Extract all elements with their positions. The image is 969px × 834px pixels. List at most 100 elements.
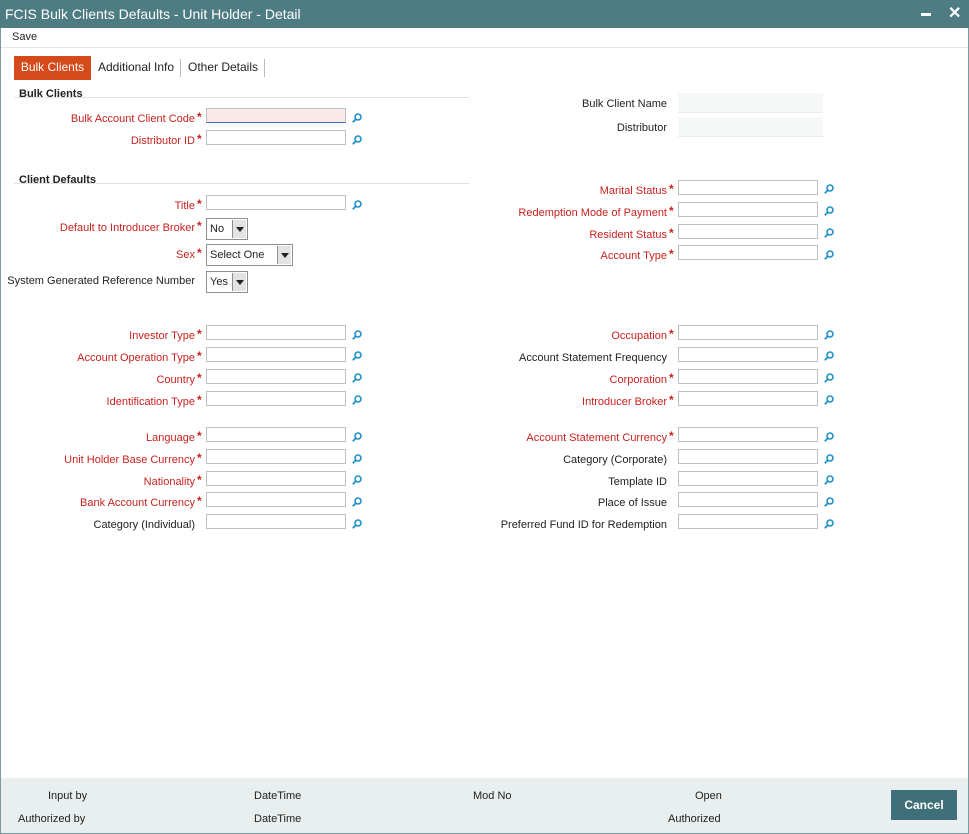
account-operation-type-label: Account Operation Type [77, 352, 195, 364]
introducer-broker-input[interactable] [678, 391, 818, 406]
search-icon[interactable] [824, 250, 834, 260]
category-individual-input[interactable] [206, 514, 346, 529]
save-menu-item[interactable]: Save [12, 31, 37, 43]
record-status-label: Open [695, 790, 722, 802]
category-individual-label: Category (Individual) [93, 519, 196, 531]
authorization-status-label: Authorized [668, 813, 721, 825]
bulk-client-name-label: Bulk Client Name [582, 98, 667, 110]
required-marker: * [197, 246, 202, 260]
distributor-label: Distributor [616, 122, 667, 134]
mod-no-label: Mod No [473, 790, 512, 802]
required-marker: * [669, 371, 674, 385]
window-frame [0, 28, 969, 834]
search-icon[interactable] [824, 351, 834, 361]
required-marker: * [197, 110, 202, 124]
account-statement-frequency-input[interactable] [678, 347, 818, 362]
search-icon[interactable] [352, 519, 362, 529]
account-statement-currency-label: Account Statement Currency [526, 432, 667, 444]
search-icon[interactable] [824, 432, 834, 442]
template-id-input[interactable] [678, 471, 818, 486]
occupation-label: Occupation [611, 330, 667, 342]
tab-additional-info[interactable]: Additional Info [93, 56, 179, 80]
tab-bulk-clients[interactable]: Bulk Clients [14, 56, 91, 80]
required-marker: * [197, 132, 202, 146]
country-label: Country [156, 374, 195, 386]
account-operation-type-input[interactable] [206, 347, 346, 362]
section-divider [14, 183, 469, 184]
distributor-id-input[interactable] [206, 130, 346, 145]
search-icon[interactable] [352, 330, 362, 340]
nationality-input[interactable] [206, 471, 346, 486]
search-icon[interactable] [352, 200, 362, 210]
close-icon[interactable]: ✕ [948, 3, 961, 23]
search-icon[interactable] [824, 475, 834, 485]
search-icon[interactable] [824, 206, 834, 216]
account-type-input[interactable] [678, 245, 818, 260]
search-icon[interactable] [824, 519, 834, 529]
required-marker: * [669, 247, 674, 261]
required-marker: * [669, 429, 674, 443]
preferred-fund-id-input[interactable] [678, 514, 818, 529]
required-marker: * [197, 371, 202, 385]
account-statement-currency-input[interactable] [678, 427, 818, 442]
search-icon[interactable] [352, 395, 362, 405]
category-corporate-input[interactable] [678, 449, 818, 464]
required-marker: * [669, 204, 674, 218]
search-icon[interactable] [824, 184, 834, 194]
unit-holder-base-currency-label: Unit Holder Base Currency [64, 454, 195, 466]
title-label: Title [174, 200, 195, 212]
country-input[interactable] [206, 369, 346, 384]
search-icon[interactable] [352, 373, 362, 383]
default-introducer-broker-select[interactable]: No [206, 218, 248, 240]
search-icon[interactable] [352, 454, 362, 464]
unit-holder-base-currency-input[interactable] [206, 449, 346, 464]
required-marker: * [197, 473, 202, 487]
authorized-by-label: Authorized by [18, 813, 86, 825]
corporation-input[interactable] [678, 369, 818, 384]
language-label: Language [146, 432, 195, 444]
title-input[interactable] [206, 195, 346, 210]
identification-type-label: Identification Type [106, 396, 195, 408]
language-input[interactable] [206, 427, 346, 442]
corporation-label: Corporation [609, 374, 667, 386]
required-marker: * [669, 226, 674, 240]
menu-bar: Save [0, 28, 969, 48]
place-of-issue-input[interactable] [678, 492, 818, 507]
cancel-button[interactable]: Cancel [891, 790, 957, 820]
search-icon[interactable] [824, 497, 834, 507]
window-titlebar: FCIS Bulk Clients Defaults - Unit Holder… [0, 0, 969, 28]
redemption-mode-input[interactable] [678, 202, 818, 217]
resident-status-input[interactable] [678, 224, 818, 239]
minimize-icon[interactable]: ▬ [921, 8, 931, 19]
search-icon[interactable] [352, 497, 362, 507]
search-icon[interactable] [352, 432, 362, 442]
required-marker: * [197, 429, 202, 443]
marital-status-input[interactable] [678, 180, 818, 195]
search-icon[interactable] [352, 475, 362, 485]
search-icon[interactable] [824, 373, 834, 383]
bulk-account-client-code-input[interactable] [206, 108, 346, 123]
bank-account-currency-label: Bank Account Currency [80, 497, 195, 509]
template-id-label: Template ID [608, 476, 667, 488]
tab-other-details[interactable]: Other Details [182, 56, 264, 80]
search-icon[interactable] [352, 351, 362, 361]
search-icon[interactable] [824, 228, 834, 238]
sex-select[interactable]: Select One [206, 244, 293, 266]
bulk-account-client-code-label: Bulk Account Client Code [70, 113, 195, 125]
occupation-input[interactable] [678, 325, 818, 340]
identification-type-input[interactable] [206, 391, 346, 406]
window-title: FCIS Bulk Clients Defaults - Unit Holder… [5, 6, 301, 22]
search-icon[interactable] [352, 135, 362, 145]
redemption-mode-label: Redemption Mode of Payment [518, 207, 667, 219]
system-generated-reference-select[interactable]: Yes [206, 271, 248, 293]
investor-type-input[interactable] [206, 325, 346, 340]
required-marker: * [197, 197, 202, 211]
bank-account-currency-input[interactable] [206, 492, 346, 507]
search-icon[interactable] [824, 395, 834, 405]
section-divider [14, 97, 469, 98]
search-icon[interactable] [352, 113, 362, 123]
required-marker: * [197, 219, 202, 233]
distributor-id-label: Distributor ID [130, 135, 195, 147]
search-icon[interactable] [824, 454, 834, 464]
search-icon[interactable] [824, 330, 834, 340]
